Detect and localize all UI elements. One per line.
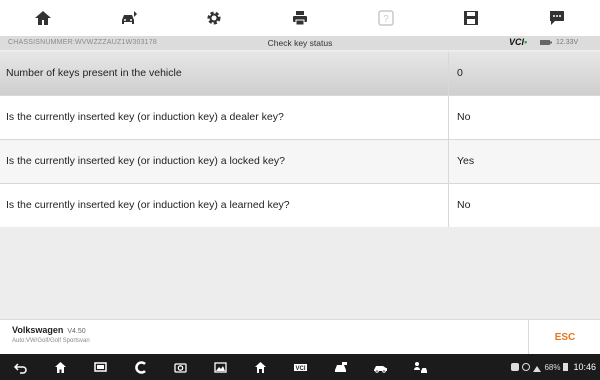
home-nav-button[interactable] <box>40 354 80 380</box>
vehicle-make: Volkswagen V4.50 <box>12 325 86 335</box>
vehicle-button[interactable] <box>320 354 360 380</box>
help-icon: ? <box>377 10 394 26</box>
question-cell: Is the currently inserted key (or induct… <box>6 155 285 167</box>
car-switch-icon <box>121 11 137 24</box>
svg-text:VCI: VCI <box>295 366 305 372</box>
sync-icon <box>522 363 531 371</box>
battery-icon <box>540 40 552 45</box>
battery-icon <box>563 363 569 371</box>
remote-button[interactable] <box>400 354 440 380</box>
table-row: Is the currently inserted key (or induct… <box>0 184 600 228</box>
empty-content-area <box>0 227 600 319</box>
home-button[interactable] <box>13 0 73 36</box>
vehicle-info-bar: CHASSISNUMMER:WVWZZZAUZ1W303178 Check ke… <box>0 36 600 50</box>
question-cell: Is the currently inserted key (or induct… <box>6 111 284 123</box>
browser-button[interactable] <box>120 354 160 380</box>
print-button[interactable] <box>270 0 330 36</box>
recent-apps-button[interactable] <box>80 354 120 380</box>
maxifix-home-icon <box>254 361 266 373</box>
help-button[interactable]: ? <box>356 0 416 36</box>
software-version: V4.50 <box>67 328 86 335</box>
gallery-button[interactable] <box>200 354 240 380</box>
image-icon <box>213 361 227 373</box>
top-toolbar: ? <box>0 0 600 37</box>
system-navigation-bar: VCI 68% 10:46 <box>0 354 600 380</box>
people-car-icon <box>413 361 427 373</box>
home-icon <box>54 361 66 373</box>
home-icon <box>34 11 51 25</box>
answer-cell: Yes <box>448 140 600 183</box>
vci-icon: VCI <box>293 363 307 372</box>
notification-icon <box>511 363 520 371</box>
vci-status: VCI• <box>509 37 528 47</box>
print-icon <box>292 11 307 26</box>
vehicle-path: Auto:VW/Golf/Golf Sportsvan <box>12 338 90 344</box>
key-status-table: Number of keys present in the vehicle 0 … <box>0 52 600 228</box>
wifi-icon <box>533 362 542 372</box>
car-icon <box>334 361 347 372</box>
question-cell: Is the currently inserted key (or induct… <box>6 199 290 211</box>
esc-button[interactable]: ESC <box>528 320 600 355</box>
battery-percent: 68% <box>544 362 561 372</box>
clock: 10:46 <box>573 362 596 372</box>
table-row: Number of keys present in the vehicle 0 <box>0 52 600 96</box>
vci-button[interactable]: VCI <box>280 354 320 380</box>
save-icon <box>464 11 479 25</box>
browser-icon <box>134 360 146 374</box>
camera-icon <box>173 362 187 373</box>
settings-button[interactable] <box>184 0 244 36</box>
message-button[interactable] <box>527 0 587 36</box>
svg-text:?: ? <box>383 14 389 25</box>
switch-vehicle-button[interactable] <box>99 0 159 36</box>
vehicle-side-button[interactable] <box>360 354 400 380</box>
table-row: Is the currently inserted key (or induct… <box>0 96 600 140</box>
table-row: Is the currently inserted key (or induct… <box>0 140 600 184</box>
status-area: 68% 10:46 <box>511 354 596 380</box>
footer-bar: Volkswagen V4.50 Auto:VW/Golf/Golf Sports… <box>0 319 600 355</box>
message-icon <box>550 11 565 25</box>
voltage-readout: 12.33V <box>556 39 579 46</box>
camera-button[interactable] <box>160 354 200 380</box>
back-icon <box>13 362 27 374</box>
car-side-icon <box>373 365 387 373</box>
answer-cell: No <box>448 184 600 227</box>
answer-cell: 0 <box>448 52 600 95</box>
maxifix-home-button[interactable] <box>240 354 280 380</box>
question-cell: Number of keys present in the vehicle <box>6 67 182 79</box>
settings-gear-icon <box>207 11 221 25</box>
recent-apps-icon <box>93 361 107 372</box>
back-button[interactable] <box>0 354 40 380</box>
answer-cell: No <box>448 96 600 139</box>
save-button[interactable] <box>441 0 501 36</box>
